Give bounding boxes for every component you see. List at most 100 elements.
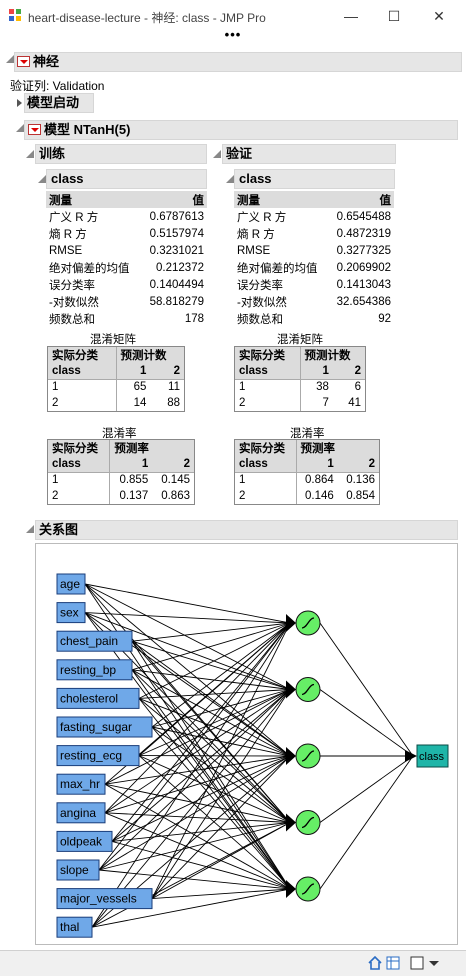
measure-value: 0.3277325: [336, 244, 391, 257]
row-label: 2: [52, 490, 59, 502]
model-header: 模型 NTanH(5): [24, 120, 458, 140]
model-launch-header[interactable]: 模型启动: [24, 93, 94, 113]
cell-value: 0.146: [295, 488, 338, 504]
column-header: 实际分类: [235, 347, 300, 363]
input-node-label: oldpeak: [60, 834, 103, 848]
column-header: 实际分类: [48, 347, 116, 363]
measure-label: 广义 R 方: [237, 211, 287, 224]
toolbar-toggle-handle[interactable]: •••: [0, 28, 466, 41]
disclosure-icon[interactable]: [26, 525, 34, 533]
arrowhead: [286, 880, 296, 898]
network-diagram-svg: age sex chest_pain resting_bp cholesterol fas…: [56, 573, 449, 938]
input-node-label: thal: [60, 920, 79, 934]
measure-label: 误分类率: [49, 279, 95, 292]
arrowhead: [286, 614, 296, 632]
connection-line: [131, 622, 291, 642]
training-header: 训练: [35, 144, 207, 164]
disclosure-icon[interactable]: [6, 55, 14, 63]
row-header: class: [235, 363, 300, 379]
table-row: 2 0.137 0.863: [48, 488, 194, 504]
cell-value: 0.137: [109, 488, 153, 504]
connection-line: [319, 755, 414, 890]
connection-line: [319, 622, 414, 757]
cell-value: 11: [150, 378, 184, 395]
cell-value: 6: [332, 378, 365, 395]
column-header: 实际分类: [48, 440, 110, 456]
input-node-resting_ecg: resting_ecg: [56, 745, 140, 767]
column-header: 预测计数: [115, 347, 184, 363]
measure-label: -对数似然: [237, 296, 287, 309]
red-triangle-menu-icon[interactable]: [17, 56, 30, 67]
close-button[interactable]: ✕: [428, 6, 450, 26]
column-header: 2: [332, 363, 365, 379]
minimize-button[interactable]: —: [340, 6, 362, 26]
training-class-title: class: [51, 171, 84, 186]
table-row: 熵 R 方 0.5157974: [46, 225, 207, 242]
report-title: 神经: [33, 54, 60, 69]
cell-value: 38: [299, 378, 333, 395]
column-header: 实际分类: [235, 440, 297, 456]
maximize-button[interactable]: ☐: [383, 6, 405, 26]
measure-label: 熵 R 方: [49, 228, 87, 241]
model-launch-label: 模型启动: [27, 95, 80, 110]
measure-value: 0.6545488: [336, 210, 391, 223]
disclosure-icon[interactable]: [16, 124, 24, 132]
measure-value: 0.2069902: [336, 261, 391, 274]
cell-value: 0.864: [295, 471, 338, 488]
row-label: 2: [52, 397, 59, 409]
table-row: RMSE 0.3231021: [46, 242, 207, 259]
row-header: class: [235, 456, 297, 472]
measure-label: 熵 R 方: [237, 228, 275, 241]
measure-label: RMSE: [49, 244, 83, 257]
column-header: 1: [295, 456, 338, 472]
collapsed-disclosure-icon[interactable]: [17, 99, 22, 107]
cell-value: 0.855: [109, 471, 153, 488]
home-icon[interactable]: [368, 956, 382, 970]
table-row: -对数似然 58.818279: [46, 293, 207, 310]
column-header: 1: [299, 363, 333, 379]
measure-value: 178: [184, 312, 204, 325]
input-node-label: slope: [60, 863, 89, 877]
table-row: -对数似然 32.654386: [234, 293, 394, 310]
connection-line: [151, 689, 291, 899]
input-node-label: max_hr: [60, 777, 100, 791]
red-triangle-menu-icon[interactable]: [28, 124, 41, 135]
jmp-app-icon: [9, 9, 21, 21]
network-diagram: age sex chest_pain resting_bp cholesterol fas…: [35, 543, 458, 945]
window-title: heart-disease-lecture - 神经: class - JMP …: [28, 11, 266, 25]
report-content: 神经 验证列: Validation 模型启动 模型 NTanH(5) 训练 c…: [0, 44, 466, 950]
table-row: 误分类率 0.1404494: [46, 276, 207, 293]
table-icon[interactable]: [386, 956, 400, 970]
column-header: 值: [140, 191, 207, 208]
measure-label: 频数总和: [237, 313, 283, 326]
validation-rates-matrix: 实际分类 预测率 class 1 2 1 0.864 0.136 2 0.146 0.854: [234, 439, 380, 505]
input-node-chest_pain: chest_pain: [56, 630, 133, 652]
connection-line: [131, 640, 291, 890]
arrowhead: [286, 680, 296, 699]
disclosure-icon[interactable]: [213, 150, 221, 158]
measure-value: 0.6787613: [149, 210, 204, 223]
disclosure-icon[interactable]: [26, 150, 34, 158]
input-node-label: fasting_sugar: [60, 720, 132, 734]
report-header-neural: 神经: [14, 52, 462, 72]
column-header: 1: [109, 456, 153, 472]
table-row: 1 0.864 0.136: [235, 471, 379, 488]
disclosure-icon[interactable]: [38, 175, 46, 183]
validation-column-label: 验证列: Validation: [10, 79, 105, 93]
input-node-label: age: [60, 577, 80, 591]
row-label: 2: [239, 490, 246, 502]
validation-measures-table: 测量 值 广义 R 方 0.6545488 熵 R 方 0.4872319 RMSE…: [234, 191, 394, 327]
cell-value: 7: [299, 395, 333, 411]
disclosure-icon[interactable]: [226, 175, 234, 183]
input-node-fasting_sugar: fasting_sugar: [56, 716, 153, 738]
input-node-label: angina: [60, 806, 96, 820]
connection-line: [319, 689, 414, 757]
training-class-header: class: [46, 169, 207, 189]
dropdown-icon[interactable]: [428, 956, 440, 970]
training-title: 训练: [39, 146, 66, 161]
input-node-label: sex: [60, 606, 79, 620]
measure-label: 误分类率: [237, 279, 283, 292]
measure-value: 32.654386: [336, 295, 391, 308]
table-row: 绝对偏差的均值 0.212372: [46, 259, 207, 276]
window-icon[interactable]: [410, 956, 424, 970]
